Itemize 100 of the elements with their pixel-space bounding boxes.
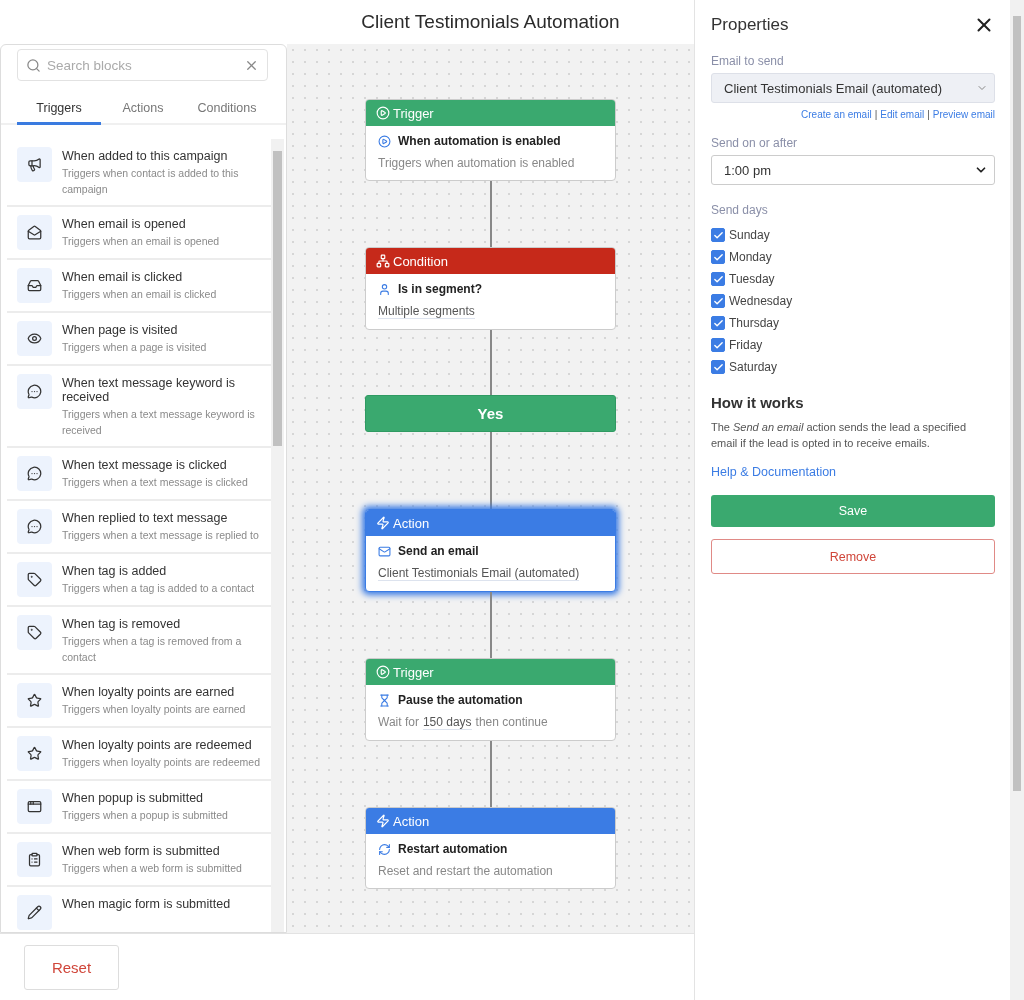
checkbox[interactable] xyxy=(711,228,725,242)
panel-title: Properties xyxy=(711,15,789,35)
remove-button[interactable]: Remove xyxy=(711,539,995,574)
window-icon xyxy=(17,789,52,824)
block-item[interactable]: When web form is submitted Triggers when a web form is submitted xyxy=(7,834,271,887)
node-link[interactable]: 150 days xyxy=(422,715,472,730)
block-description: Triggers when loyalty points are earned xyxy=(62,702,246,717)
search-icon xyxy=(26,57,41,73)
chat-bubble-icon xyxy=(17,374,52,409)
section-title: How it works xyxy=(711,394,805,411)
checkbox[interactable] xyxy=(711,316,725,330)
block-item[interactable]: When added to this campaign Triggers when contact is added to this campaign xyxy=(7,139,271,207)
node-header-label: Condition xyxy=(393,253,448,269)
node-description: Wait for xyxy=(378,715,419,730)
node-description: then continue xyxy=(475,715,548,730)
pencil-icon xyxy=(17,895,52,930)
lightning-icon xyxy=(376,814,390,828)
block-item[interactable]: When loyalty points are earned Triggers when loyalty points are earned xyxy=(7,675,271,728)
node-header-label: Trigger xyxy=(393,105,434,121)
block-item[interactable]: When replied to text message Triggers when a text message is replied to xyxy=(7,501,271,554)
block-title: When magic form is submitted xyxy=(62,897,231,911)
block-item[interactable]: When magic form is submitted xyxy=(7,887,271,932)
block-description: Triggers when a tag is added to a contact xyxy=(62,581,255,596)
email-link[interactable]: Preview email xyxy=(932,109,995,120)
refresh-icon xyxy=(378,842,391,856)
page-title: Client Testimonials Automation xyxy=(361,11,620,33)
block-description: Triggers when an email is clicked xyxy=(62,287,217,302)
checkbox-label: Thursday xyxy=(729,316,780,330)
workflow-node[interactable]: Condition Is in segment? Multiple segments xyxy=(365,247,616,330)
node-link[interactable]: Client Testimonials Email (automated) xyxy=(378,566,580,581)
email-link[interactable]: Edit email xyxy=(880,109,925,120)
checkbox-label: Friday xyxy=(729,338,763,352)
tab[interactable]: Conditions xyxy=(185,93,269,125)
workflow-node[interactable]: Trigger Pause the automation Wait for 150 days then continue xyxy=(365,658,616,741)
megaphone-icon xyxy=(17,147,52,182)
block-title: When loyalty points are earned xyxy=(62,685,236,699)
search-field[interactable]: Search blocks xyxy=(17,49,268,81)
block-item[interactable]: When text message is clicked Triggers when a text message is clicked xyxy=(7,448,271,501)
block-description: Triggers when a text message keyword is received xyxy=(62,407,256,438)
field-label: Email to send xyxy=(711,54,785,68)
checkbox[interactable] xyxy=(711,250,725,264)
block-title: When page is visited xyxy=(62,323,179,337)
block-item[interactable]: When popup is submitted Triggers when a popup is submitted xyxy=(7,781,271,834)
separator: | xyxy=(927,109,930,120)
node-description: Triggers when automation is enabled xyxy=(378,156,575,170)
block-title: When tag is removed xyxy=(62,617,182,631)
scrollbar[interactable] xyxy=(271,139,284,932)
block-description: Triggers when loyalty points are redeemed xyxy=(62,755,261,770)
node-header-label: Action xyxy=(393,515,430,531)
node-description: Reset and restart the automation xyxy=(378,864,553,878)
workflow-node[interactable]: Trigger When automation is enabled Triggers when automation is enabled xyxy=(365,99,616,181)
chat-bubble-icon xyxy=(17,456,52,491)
hourglass-icon xyxy=(378,693,391,707)
inbox-icon xyxy=(17,268,52,303)
help-link[interactable]: Help & Documentation xyxy=(711,465,995,479)
reset-button[interactable]: Reset xyxy=(24,944,119,990)
tab[interactable]: Actions xyxy=(101,93,185,125)
block-item[interactable]: When tag is removed Triggers when a tag is removed from a contact xyxy=(7,607,271,675)
block-item[interactable]: When tag is added Triggers when a tag is added to a contact xyxy=(7,554,271,607)
block-item[interactable]: When loyalty points are redeemed Triggers when loyalty points are redeemed xyxy=(7,728,271,781)
checkbox-label: Saturday xyxy=(729,360,778,374)
node-title: Pause the automation xyxy=(398,693,523,707)
checkbox-label: Sunday xyxy=(729,228,770,242)
checkbox[interactable] xyxy=(711,272,725,286)
play-circle-icon xyxy=(376,106,390,120)
block-title: When web form is submitted xyxy=(62,844,221,858)
checkbox[interactable] xyxy=(711,360,725,374)
node-link[interactable]: Multiple segments xyxy=(378,304,475,319)
block-item[interactable]: When email is opened Triggers when an email is opened xyxy=(7,207,271,260)
block-title: When tag is added xyxy=(62,564,168,578)
user-icon xyxy=(378,282,391,296)
checkbox[interactable] xyxy=(711,294,725,308)
block-item[interactable]: When email is clicked Triggers when an email is clicked xyxy=(7,260,271,313)
block-description: Triggers when a popup is submitted xyxy=(62,808,228,823)
scrollbar[interactable] xyxy=(1010,0,1024,1000)
email-link[interactable]: Create an email xyxy=(801,109,872,120)
block-title: When email is opened xyxy=(62,217,187,231)
time-select[interactable]: 1:00 pm xyxy=(711,155,995,185)
tag-icon xyxy=(17,615,52,650)
block-item[interactable]: When text message keyword is received Triggers when a text message keyword is received xyxy=(7,366,271,448)
block-item[interactable]: When page is visited Triggers when a page is visited xyxy=(7,313,271,366)
play-circle-icon xyxy=(378,134,391,148)
block-description: Triggers when a page is visited xyxy=(62,340,207,355)
block-description: Triggers when a web form is submitted xyxy=(62,861,242,876)
separator: | xyxy=(874,109,878,120)
block-title: When popup is submitted xyxy=(62,791,205,805)
node-title: Send an email xyxy=(398,544,479,558)
block-description: Triggers when a text message is replied to xyxy=(62,528,259,543)
block-title: When replied to text message xyxy=(62,511,229,525)
tab[interactable]: Triggers xyxy=(17,93,101,125)
eye-icon xyxy=(17,321,52,356)
checkbox[interactable] xyxy=(711,338,725,352)
workflow-node[interactable]: Action Restart automation Reset and restart the automation xyxy=(365,807,616,889)
email-select[interactable]: Client Testimonials Email (automated) xyxy=(711,73,995,103)
workflow-node[interactable]: Action Send an email Client Testimonials Email (automated) xyxy=(365,509,616,592)
envelope-open-icon xyxy=(17,215,52,250)
chat-bubble-icon xyxy=(17,509,52,544)
block-title: When loyalty points are redeemed xyxy=(62,738,253,752)
checkbox-label: Monday xyxy=(729,250,772,264)
envelope-icon xyxy=(378,544,391,558)
